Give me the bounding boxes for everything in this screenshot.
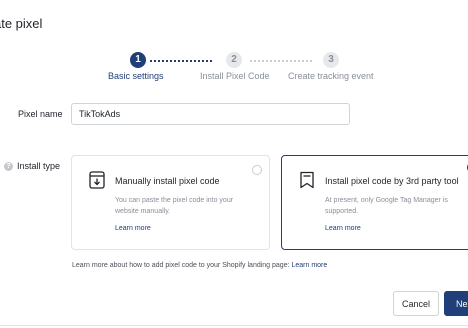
step-1-label: Basic settings: [108, 71, 164, 81]
bookmark-icon: [300, 171, 314, 189]
option-manual-radio[interactable]: [252, 165, 262, 175]
step-connector-1: [150, 60, 212, 64]
help-icon[interactable]: ?: [4, 162, 13, 171]
install-hint-text: Learn more about how to add pixel code t…: [72, 262, 292, 269]
pixel-name-label: Pixel name: [18, 109, 63, 119]
install-type-label: Install type: [17, 161, 61, 171]
option-third-party-card[interactable]: Install pixel code by 3rd party tool At …: [281, 155, 468, 250]
option-third-party-title: Install pixel code by 3rd party tool: [325, 176, 459, 186]
step-3-label: Create tracking event: [288, 71, 374, 81]
cancel-button[interactable]: Cancel: [393, 291, 439, 316]
option-third-party-learn-more-link[interactable]: Learn more: [325, 225, 361, 232]
step-3-circle: 3: [323, 52, 339, 68]
step-2-circle: 2: [226, 52, 242, 68]
pixel-name-input[interactable]: [71, 103, 350, 125]
next-button[interactable]: Next: [444, 291, 468, 316]
dialog-title: ate pixel: [0, 16, 43, 31]
download-box-icon: [89, 171, 105, 189]
option-manual-description: You can paste the pixel code into your w…: [115, 197, 234, 215]
step-connector-2: [250, 60, 312, 64]
install-hint: Learn more about how to add pixel code t…: [72, 262, 327, 269]
install-hint-learn-more-link[interactable]: Learn more: [291, 262, 327, 269]
step-1-circle: 1: [130, 52, 146, 68]
option-manual-title: Manually install pixel code: [115, 176, 220, 186]
option-manual-install-card[interactable]: Manually install pixel code You can past…: [71, 155, 270, 250]
footer-divider: [0, 325, 468, 326]
option-manual-learn-more-link[interactable]: Learn more: [115, 225, 151, 232]
step-2-label: Install Pixel Code: [200, 71, 270, 81]
option-third-party-description: At present, only Google Tag Manager is s…: [325, 197, 448, 215]
